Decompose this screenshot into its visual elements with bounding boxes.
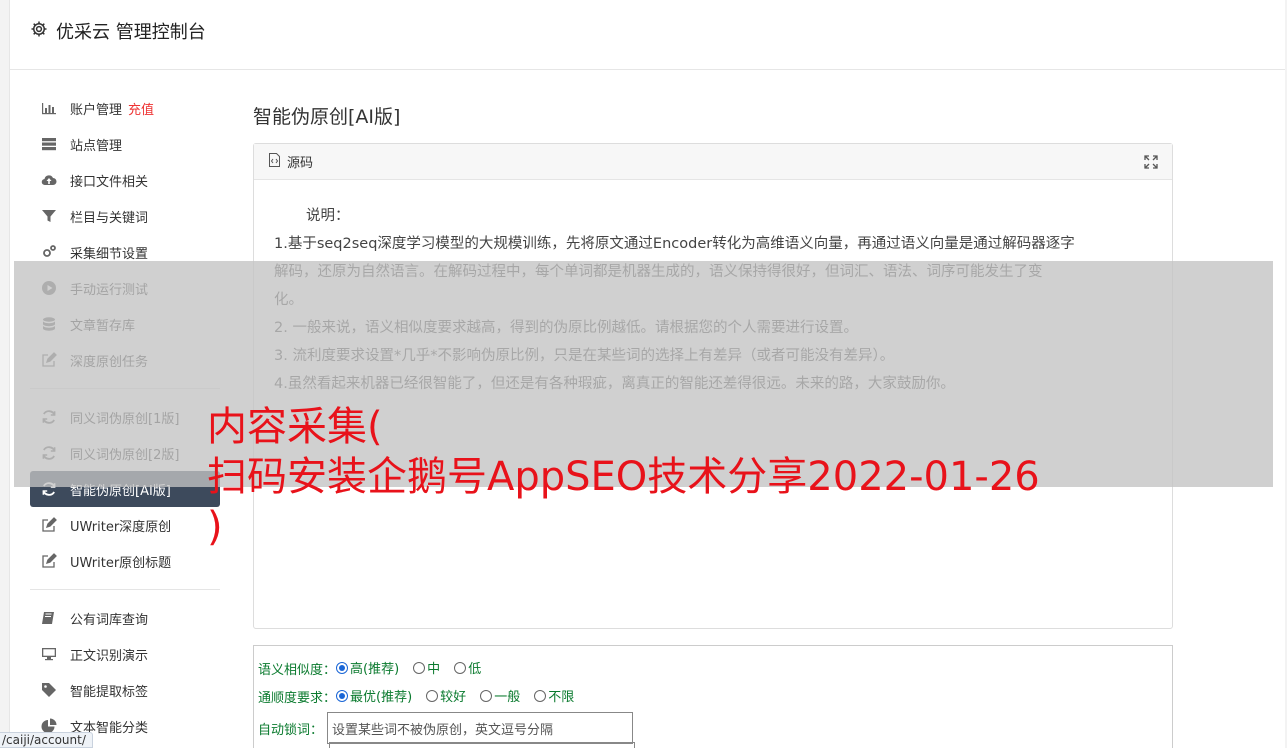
description-line: 1.基于seq2seq深度学习模型的大规模训练，先将原文通过Encoder转化为…: [274, 236, 1075, 252]
fluency-label: 通顺度要求：: [258, 690, 337, 706]
sidebar-item-label: 采集细节设置: [70, 246, 149, 262]
sidebar-item-label: UWriter深度原创: [70, 519, 172, 535]
bar-chart-icon: [40, 99, 58, 117]
radio-button[interactable]: [336, 661, 349, 674]
overlay-line-1: 内容采集(: [207, 404, 383, 450]
source-tab[interactable]: 源码: [287, 152, 313, 171]
sidebar-item[interactable]: 栏目与关键词: [30, 198, 220, 234]
app-title: 优采云 管理控制台: [56, 22, 206, 43]
gears-icon: [40, 243, 58, 261]
overlay-line-2: 扫码安装企鹅号AppSEO技术分享2022-01-26: [207, 454, 1040, 500]
gear-icon: [30, 20, 48, 43]
sidebar-item[interactable]: UWriter深度原创: [30, 507, 220, 543]
sidebar-item[interactable]: 正文识别演示: [30, 636, 220, 672]
sidebar-item[interactable]: 接口文件相关: [30, 162, 220, 198]
radio-label: 中: [427, 662, 441, 678]
panel-header: 源码: [254, 144, 1172, 180]
sidebar-item[interactable]: 账户管理 充值: [30, 90, 220, 126]
brand[interactable]: 优采云 管理控制台: [30, 18, 206, 44]
similarity-option[interactable]: 高(推荐): [336, 658, 399, 677]
sidebar-item-label: 接口文件相关: [70, 174, 149, 190]
overlay-line-3: ): [207, 504, 223, 550]
sidebar-item-label: 智能提取标签: [70, 684, 149, 700]
radio-button[interactable]: [336, 689, 349, 702]
page-title: 智能伪原创[AI版]: [253, 106, 401, 128]
sidebar-group-tools: 公有词库查询 正文识别演示 智能提取标签 文本智能分类: [30, 600, 220, 744]
sidebar-item[interactable]: 站点管理: [30, 126, 220, 162]
radio-button[interactable]: [413, 661, 426, 674]
monitor-icon: [40, 645, 58, 663]
radio-label: 低: [468, 662, 482, 678]
sidebar-item-label: 站点管理: [70, 138, 123, 154]
radio-label: 高(推荐): [350, 662, 400, 678]
overlay-caption: 内容采集( 扫码安装企鹅号AppSEO技术分享2022-01-26 ): [207, 402, 1040, 552]
sidebar-item[interactable]: 公有词库查询: [30, 600, 220, 636]
radio-label: 一般: [494, 690, 521, 706]
lock-label: 自动锁词：: [258, 722, 324, 738]
settings-form: 语义相似度： 高(推荐) 中 低 通顺度要求： 最优(推荐) 较好 一般 不限 自动锁词：…: [253, 645, 1173, 748]
tag-icon: [40, 681, 58, 699]
book-icon: [40, 609, 58, 627]
second-input[interactable]: [329, 742, 635, 748]
radio-button[interactable]: [426, 689, 439, 702]
radio-button[interactable]: [480, 689, 493, 702]
sidebar-item[interactable]: 智能提取标签: [30, 672, 220, 708]
recharge-link[interactable]: 充值: [128, 99, 154, 118]
server-icon: [40, 135, 58, 153]
radio-button[interactable]: [454, 661, 467, 674]
fluency-option[interactable]: 一般: [480, 686, 520, 705]
lock-words-input[interactable]: 设置某些词不被伪原创，英文逗号分隔: [327, 712, 634, 744]
sidebar-item[interactable]: UWriter原创标题: [30, 543, 220, 579]
expand-icon[interactable]: [1144, 155, 1158, 169]
sidebar-divider: [30, 589, 220, 590]
similarity-label: 语义相似度：: [258, 662, 337, 678]
top-bar: 优采云 管理控制台: [10, 0, 1285, 70]
radio-label: 最优(推荐): [350, 690, 413, 706]
intro-label: 说明：: [306, 208, 350, 224]
status-bar-url: /caiji/account/: [0, 732, 93, 748]
sidebar-item-label: 正文识别演示: [70, 648, 149, 664]
similarity-option[interactable]: 低: [454, 658, 481, 677]
fluency-option[interactable]: 较好: [426, 686, 466, 705]
sidebar-item-label: UWriter原创标题: [70, 555, 172, 571]
radio-label: 较好: [440, 690, 467, 706]
lock-row: 自动锁词： 设置某些词不被伪原创，英文逗号分隔: [258, 710, 1168, 746]
sidebar-item-label: 公有词库查询: [70, 612, 149, 628]
radio-label: 不限: [548, 690, 575, 706]
code-file-icon: [268, 152, 281, 171]
fluency-row: 通顺度要求： 最优(推荐) 较好 一般 不限: [258, 682, 1168, 710]
fluency-option[interactable]: 最优(推荐): [336, 686, 412, 705]
sidebar-item-label: 栏目与关键词: [70, 210, 149, 226]
sidebar-item-label: 账户管理: [70, 102, 123, 118]
edit-icon: [40, 552, 58, 570]
fluency-option[interactable]: 不限: [534, 686, 574, 705]
cloud-upload-icon: [40, 171, 58, 189]
similarity-row: 语义相似度： 高(推荐) 中 低: [258, 654, 1168, 682]
similarity-option[interactable]: 中: [413, 658, 440, 677]
filter-icon: [40, 207, 58, 225]
edit-icon: [40, 516, 58, 534]
radio-button[interactable]: [534, 689, 547, 702]
